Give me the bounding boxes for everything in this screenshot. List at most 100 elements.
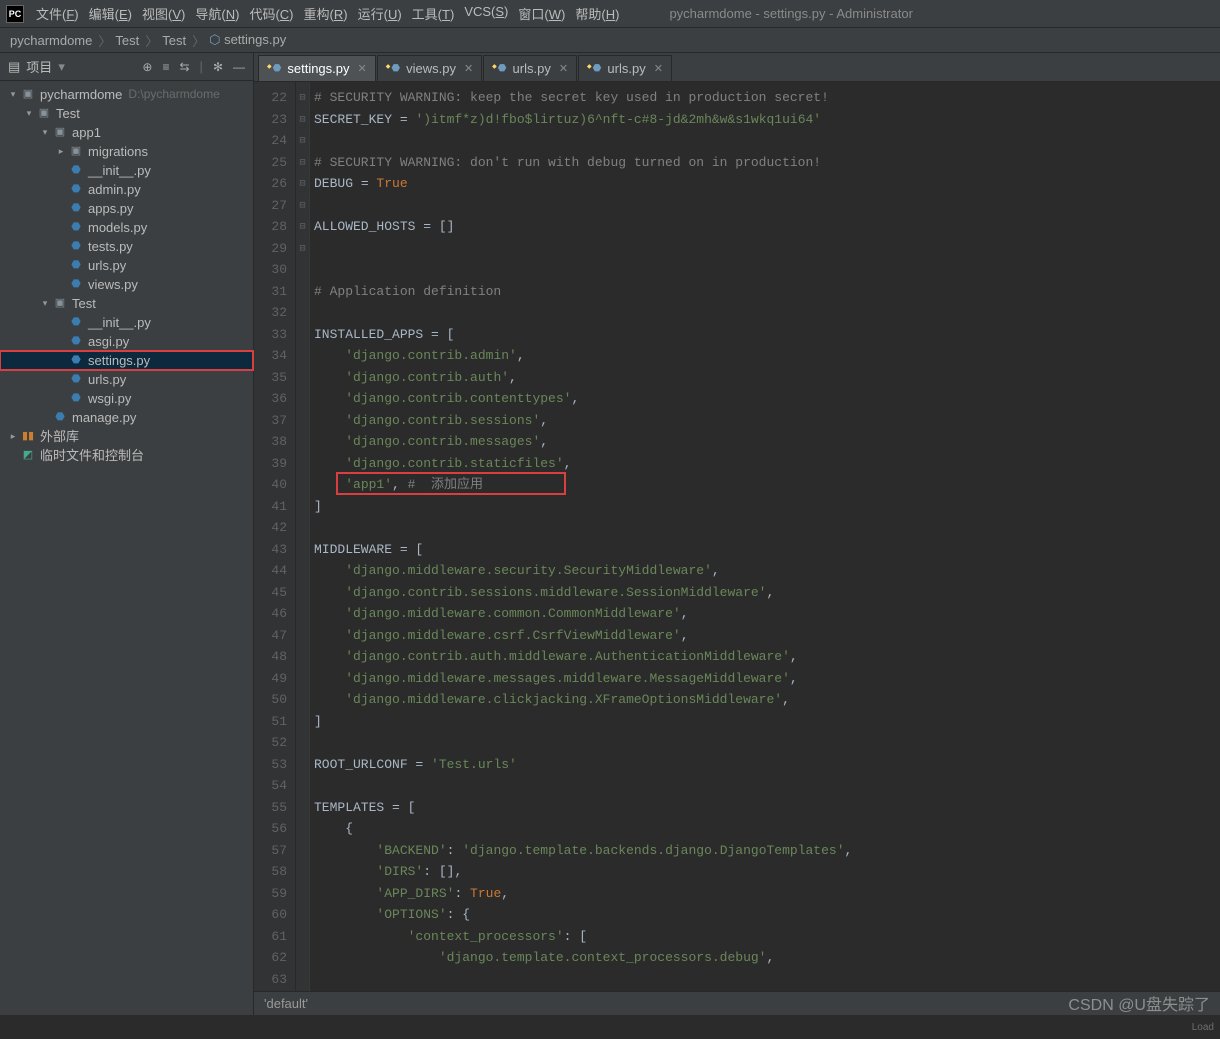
collapse-icon[interactable]: ≡ (162, 60, 169, 74)
tree-item-migrations[interactable]: ▸▣migrations (0, 142, 253, 161)
tree-item-views.py[interactable]: ⬣views.py (0, 275, 253, 294)
code-line[interactable]: 'APP_DIRS': True, (314, 883, 1220, 905)
code-line[interactable] (314, 302, 1220, 324)
tree-item-__init__.py[interactable]: ⬣__init__.py (0, 313, 253, 332)
code-line[interactable]: 'OPTIONS': { (314, 904, 1220, 926)
menu-窗口[interactable]: 窗口(W) (518, 4, 565, 23)
code-line[interactable]: ] (314, 711, 1220, 733)
hide-icon[interactable]: — (233, 60, 245, 74)
code-content[interactable]: # SECURITY WARNING: keep the secret key … (310, 82, 1220, 991)
project-tree[interactable]: ▾▣pycharmdomeD:\pycharmdome▾▣Test▾▣app1▸… (0, 81, 253, 469)
dropdown-icon[interactable]: ▾ (58, 59, 65, 75)
editor-body[interactable]: 2223242526272829303132333435363738394041… (254, 82, 1220, 991)
code-line[interactable]: 'django.middleware.messages.middleware.M… (314, 668, 1220, 690)
code-line[interactable]: ] (314, 496, 1220, 518)
code-line[interactable]: 'django.middleware.common.CommonMiddlewa… (314, 603, 1220, 625)
code-line[interactable]: 'context_processors': [ (314, 926, 1220, 948)
breadcrumb-item[interactable]: ⬡ settings.py (209, 32, 286, 48)
tree-twisty[interactable]: ▾ (38, 294, 52, 313)
tree-twisty[interactable]: ▾ (38, 123, 52, 142)
editor-tab-views.py[interactable]: ⬣views.py✕ (377, 55, 482, 81)
code-line[interactable]: 'DIRS': [], (314, 861, 1220, 883)
code-line[interactable]: SECRET_KEY = ')itmf*z)d!fbo$lirtuz)6^nft… (314, 109, 1220, 131)
tree-twisty[interactable]: ▾ (6, 85, 20, 104)
code-line[interactable]: 'django.template.context_processors.debu… (314, 947, 1220, 969)
code-line[interactable]: 'django.contrib.admin', (314, 345, 1220, 367)
close-icon[interactable]: ✕ (358, 62, 367, 75)
editor-tab-settings.py[interactable]: ⬣settings.py✕ (258, 55, 376, 81)
close-icon[interactable]: ✕ (464, 62, 473, 75)
menu-文件[interactable]: 文件(F) (36, 4, 79, 23)
breadcrumb-item[interactable]: Test (115, 33, 139, 48)
code-line[interactable]: 'django.contrib.auth.middleware.Authenti… (314, 646, 1220, 668)
project-panel-title[interactable]: 项目 (26, 57, 52, 76)
code-line[interactable]: 'app1', # 添加应用 (314, 474, 1220, 496)
code-line[interactable]: # SECURITY WARNING: keep the secret key … (314, 87, 1220, 109)
code-line[interactable]: 'django.contrib.sessions', (314, 410, 1220, 432)
menu-VCS[interactable]: VCS(S) (464, 4, 508, 23)
code-line[interactable]: ROOT_URLCONF = 'Test.urls' (314, 754, 1220, 776)
code-line[interactable]: 'django.contrib.sessions.middleware.Sess… (314, 582, 1220, 604)
tree-item-__init__.py[interactable]: ⬣__init__.py (0, 161, 253, 180)
close-icon[interactable]: ✕ (559, 62, 568, 75)
code-line[interactable]: INSTALLED_APPS = [ (314, 324, 1220, 346)
code-line[interactable]: # SECURITY WARNING: don't run with debug… (314, 152, 1220, 174)
tree-item-admin.py[interactable]: ⬣admin.py (0, 180, 253, 199)
tree-item-临时文件和控制台[interactable]: ◩临时文件和控制台 (0, 446, 253, 465)
breadcrumb-item[interactable]: pycharmdome (10, 33, 92, 48)
code-line[interactable]: 'django.contrib.auth', (314, 367, 1220, 389)
breadcrumb-item[interactable]: Test (162, 33, 186, 48)
tree-item-Test[interactable]: ▾▣Test (0, 294, 253, 313)
code-line[interactable]: 'django.contrib.contenttypes', (314, 388, 1220, 410)
tree-twisty[interactable]: ▸ (54, 142, 68, 161)
tree-item-app1[interactable]: ▾▣app1 (0, 123, 253, 142)
code-line[interactable] (314, 969, 1220, 991)
tree-twisty[interactable]: ▸ (6, 427, 20, 446)
tree-item-urls.py[interactable]: ⬣urls.py (0, 370, 253, 389)
code-line[interactable]: 'django.middleware.csrf.CsrfViewMiddlewa… (314, 625, 1220, 647)
close-icon[interactable]: ✕ (654, 62, 663, 75)
code-line[interactable] (314, 775, 1220, 797)
code-line[interactable]: MIDDLEWARE = [ (314, 539, 1220, 561)
editor-tab-urls.py[interactable]: ⬣urls.py✕ (483, 55, 577, 81)
menu-运行[interactable]: 运行(U) (358, 4, 402, 23)
tree-twisty[interactable]: ▾ (22, 104, 36, 123)
locate-icon[interactable]: ⊕ (142, 60, 152, 74)
fold-gutter[interactable]: ⊟⊟⊟⊟⊟⊟⊟⊟ (296, 82, 310, 991)
code-line[interactable] (314, 517, 1220, 539)
expand-icon[interactable]: ⇆ (179, 60, 189, 74)
code-line[interactable]: ALLOWED_HOSTS = [] (314, 216, 1220, 238)
tree-item-tests.py[interactable]: ⬣tests.py (0, 237, 253, 256)
menu-视图[interactable]: 视图(V) (142, 4, 185, 23)
code-line[interactable] (314, 732, 1220, 754)
code-line[interactable] (314, 259, 1220, 281)
tree-item-wsgi.py[interactable]: ⬣wsgi.py (0, 389, 253, 408)
code-line[interactable]: TEMPLATES = [ (314, 797, 1220, 819)
code-line[interactable] (314, 195, 1220, 217)
menu-重构[interactable]: 重构(R) (304, 4, 348, 23)
menu-工具[interactable]: 工具(T) (412, 4, 455, 23)
tree-item-外部库[interactable]: ▸▮▮外部库 (0, 427, 253, 446)
tree-item-manage.py[interactable]: ⬣manage.py (0, 408, 253, 427)
code-line[interactable] (314, 130, 1220, 152)
tree-item-apps.py[interactable]: ⬣apps.py (0, 199, 253, 218)
code-line[interactable] (314, 238, 1220, 260)
tree-item-urls.py[interactable]: ⬣urls.py (0, 256, 253, 275)
tree-item-models.py[interactable]: ⬣models.py (0, 218, 253, 237)
code-line[interactable]: 'django.middleware.clickjacking.XFrameOp… (314, 689, 1220, 711)
menu-代码[interactable]: 代码(C) (249, 4, 293, 23)
code-line[interactable]: 'django.middleware.security.SecurityMidd… (314, 560, 1220, 582)
menu-编辑[interactable]: 编辑(E) (89, 4, 132, 23)
code-line[interactable]: # Application definition (314, 281, 1220, 303)
code-line[interactable]: { (314, 818, 1220, 840)
code-line[interactable]: 'BACKEND': 'django.template.backends.dja… (314, 840, 1220, 862)
code-line[interactable]: DEBUG = True (314, 173, 1220, 195)
tree-item-asgi.py[interactable]: ⬣asgi.py (0, 332, 253, 351)
tree-item-Test[interactable]: ▾▣Test (0, 104, 253, 123)
menu-帮助[interactable]: 帮助(H) (575, 4, 619, 23)
tree-item-pycharmdome[interactable]: ▾▣pycharmdomeD:\pycharmdome (0, 85, 253, 104)
code-line[interactable]: 'django.contrib.staticfiles', (314, 453, 1220, 475)
editor-tab-urls.py[interactable]: ⬣urls.py✕ (578, 55, 672, 81)
settings-icon[interactable]: ✻ (213, 60, 223, 74)
code-line[interactable]: 'django.contrib.messages', (314, 431, 1220, 453)
